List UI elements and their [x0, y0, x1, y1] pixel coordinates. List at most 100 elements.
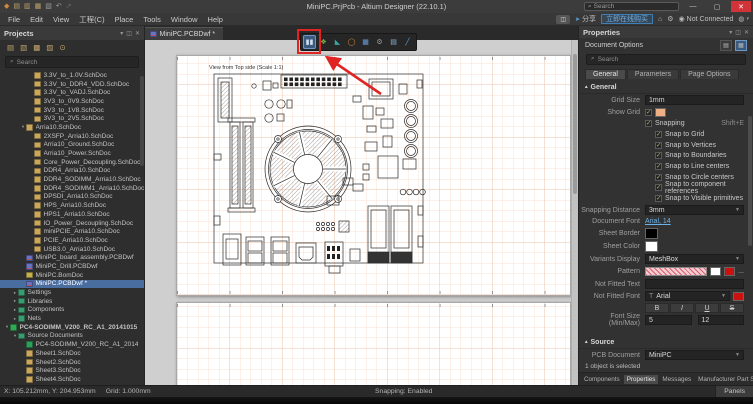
doc-options-icon[interactable]: ▤	[720, 40, 732, 51]
tree-item[interactable]: HPS_Arria10.SchDoc	[0, 201, 144, 210]
draftsman-canvas[interactable]: View from Top side (Scale 1:1)	[145, 40, 578, 385]
menu-tools[interactable]: Tools	[139, 15, 165, 24]
sheet-page-1[interactable]: View from Top side (Scale 1:1)	[176, 55, 571, 296]
underline-button[interactable]: U	[695, 303, 719, 313]
detail-view-icon[interactable]: ◯	[345, 35, 358, 49]
tree-item[interactable]: MiniPC_board_assembly.PCBDwf	[0, 253, 144, 262]
properties-search-input[interactable]: ⌕ Search	[586, 54, 746, 65]
save-icon[interactable]: ▦	[35, 3, 42, 10]
tree-item[interactable]: MiniPC.PCBDwf *	[0, 280, 144, 289]
tree-item[interactable]: 3.3V_to_DDR4_VDD.SchDoc	[0, 80, 144, 89]
tree-item[interactable]: DPSDI_Arria10.SchDoc	[0, 193, 144, 202]
section-view-icon[interactable]: ◣	[331, 35, 344, 49]
snapping-distance-select[interactable]: 3mm▼	[645, 205, 744, 215]
font-size-max-input[interactable]: 12	[698, 315, 745, 325]
menu-help[interactable]: Help	[204, 15, 227, 24]
editor-vscrollbar[interactable]	[571, 40, 578, 385]
sheet-color-swatch[interactable]	[645, 241, 658, 252]
menu-place[interactable]: Place	[111, 15, 138, 24]
home-icon[interactable]: ⌂	[658, 16, 662, 23]
tree-item[interactable]: MiniPC_Drill.PCBDwf	[0, 262, 144, 271]
redo-icon[interactable]: ↗	[66, 3, 72, 10]
tree-item[interactable]: 3V3_to_2V5.SchDoc	[0, 114, 144, 123]
tree-item[interactable]: Sheet3.SchDoc	[0, 366, 144, 375]
grid-size-input[interactable]: 1mm	[645, 95, 744, 105]
tree-item[interactable]: ▸Nets	[0, 314, 144, 323]
tree-item[interactable]: 3.3V_to_VADJ.SchDoc	[0, 88, 144, 97]
tree-item[interactable]: PCIE_Arria10.SchDoc	[0, 236, 144, 245]
tree-item[interactable]: DDR4_SODIMM1_Arria10.SchDoc	[0, 184, 144, 193]
global-search-input[interactable]: ⌕ Search	[584, 2, 679, 11]
not-fitted-font-color-swatch[interactable]	[733, 292, 744, 301]
app-icon[interactable]: ◆	[4, 3, 9, 10]
tree-item[interactable]: Sheet2.SchDoc	[0, 358, 144, 367]
snap-option-checkbox[interactable]: ✓	[655, 163, 662, 170]
grid-color-swatch[interactable]	[655, 108, 666, 117]
fabrication-view-icon[interactable]: ▦	[359, 35, 372, 49]
projects-collapse-icon[interactable]: ▾	[120, 30, 123, 37]
close-button[interactable]: ✕	[731, 1, 751, 12]
compile-icon[interactable]: ▧	[20, 43, 27, 52]
line-tool-icon[interactable]: ╱	[401, 35, 414, 49]
menu-c[interactable]: 工程(C)	[75, 14, 108, 25]
tab-page-options[interactable]: Page Options	[680, 69, 738, 79]
new-document-icon[interactable]: ▤	[13, 3, 20, 10]
share-button[interactable]: ➤ 分享	[575, 14, 596, 24]
tree-item[interactable]: IO_Power_Decoupling.SchDoc	[0, 219, 144, 228]
tree-item[interactable]: ▸Libraries	[0, 297, 144, 306]
add-doc-icon[interactable]: ▨	[46, 43, 53, 52]
tools-icon[interactable]: ⚙	[373, 35, 386, 49]
snap-option-checkbox[interactable]: ✓	[655, 142, 662, 149]
tree-item[interactable]: ▸Settings	[0, 288, 144, 297]
tab-general[interactable]: General	[585, 69, 626, 79]
menu-window[interactable]: Window	[167, 15, 202, 24]
bottom-tab-messages[interactable]: Messages	[659, 375, 694, 384]
doc-lock-icon[interactable]: ▦	[735, 40, 747, 51]
tree-item[interactable]: ▾PC4-SODIMM_V200_RC_A1_20141015	[0, 323, 144, 332]
tree-item[interactable]: PC4-SODIMM_V200_RC_A1_2014	[0, 340, 144, 349]
open-project-icon[interactable]: ▩	[33, 43, 40, 52]
tree-item[interactable]: ▾Source Documents	[0, 332, 144, 341]
maximize-button[interactable]: ▢	[707, 1, 727, 12]
tree-item[interactable]: miniPCIE_Arria10.SchDoc	[0, 227, 144, 236]
italic-button[interactable]: I	[670, 303, 694, 313]
connection-status[interactable]: ◉ Not Connected	[679, 15, 734, 23]
table-icon[interactable]: ▤	[387, 35, 400, 49]
menu-edit[interactable]: Edit	[26, 15, 47, 24]
properties-scrollbar[interactable]	[748, 116, 752, 246]
tree-item[interactable]: DDR4_Arria10.SchDoc	[0, 167, 144, 176]
tree-item[interactable]: Core_Power_Decoupling.SchDoc	[0, 158, 144, 167]
projects-scrollbar[interactable]	[140, 76, 144, 166]
projects-pin-icon[interactable]: ◫	[126, 30, 132, 37]
tree-item[interactable]: MiniPC.BomDoc	[0, 271, 144, 280]
buy-online-button[interactable]: 立即在线购买	[601, 14, 653, 24]
tab-parameters[interactable]: Parameters	[627, 69, 679, 79]
tree-item[interactable]: 3V3_to_1V8.SchDoc	[0, 106, 144, 115]
tree-item[interactable]: 2XSFP_Arria10.SchDoc	[0, 132, 144, 141]
strikethrough-button[interactable]: S	[720, 303, 744, 313]
properties-pin-icon[interactable]: ◫	[735, 29, 741, 36]
projects-search-input[interactable]: ⌕ Search	[5, 56, 139, 68]
minimize-button[interactable]: —	[683, 1, 703, 12]
projects-close-icon[interactable]: ✕	[135, 30, 140, 37]
pattern-swatch[interactable]	[645, 267, 707, 276]
save-all-icon[interactable]: ▤	[7, 43, 14, 52]
undo-icon[interactable]: ↶	[56, 3, 62, 10]
variants-display-select[interactable]: MeshBox▼	[645, 254, 744, 264]
tree-item[interactable]: Arria10_Ground.SchDoc	[0, 141, 144, 150]
tree-item[interactable]: Sheet1.SchDoc	[0, 349, 144, 358]
not-fitted-font-select[interactable]: T Arial▼	[645, 291, 730, 301]
pattern-bg-swatch[interactable]	[710, 267, 721, 276]
source-section-header[interactable]: ▴Source	[579, 336, 753, 349]
general-section-header[interactable]: ▴General	[579, 81, 753, 94]
gear-icon[interactable]: ⚙	[667, 15, 673, 23]
pattern-more-button[interactable]: ...	[738, 268, 744, 275]
sheet-page-2[interactable]	[176, 302, 571, 385]
tree-item[interactable]: Arria10_Power.SchDoc	[0, 149, 144, 158]
media-icon[interactable]: ◫	[556, 15, 570, 24]
bottom-tab-components[interactable]: Components	[581, 375, 623, 384]
tree-item[interactable]: USB3.0_Arria10.SchDoc	[0, 245, 144, 254]
snap-option-checkbox[interactable]: ✓	[655, 174, 662, 181]
bottom-tab-manufacturer-part-search[interactable]: Manufacturer Part Search	[695, 375, 753, 384]
snap-option-checkbox[interactable]: ✓	[655, 195, 662, 202]
